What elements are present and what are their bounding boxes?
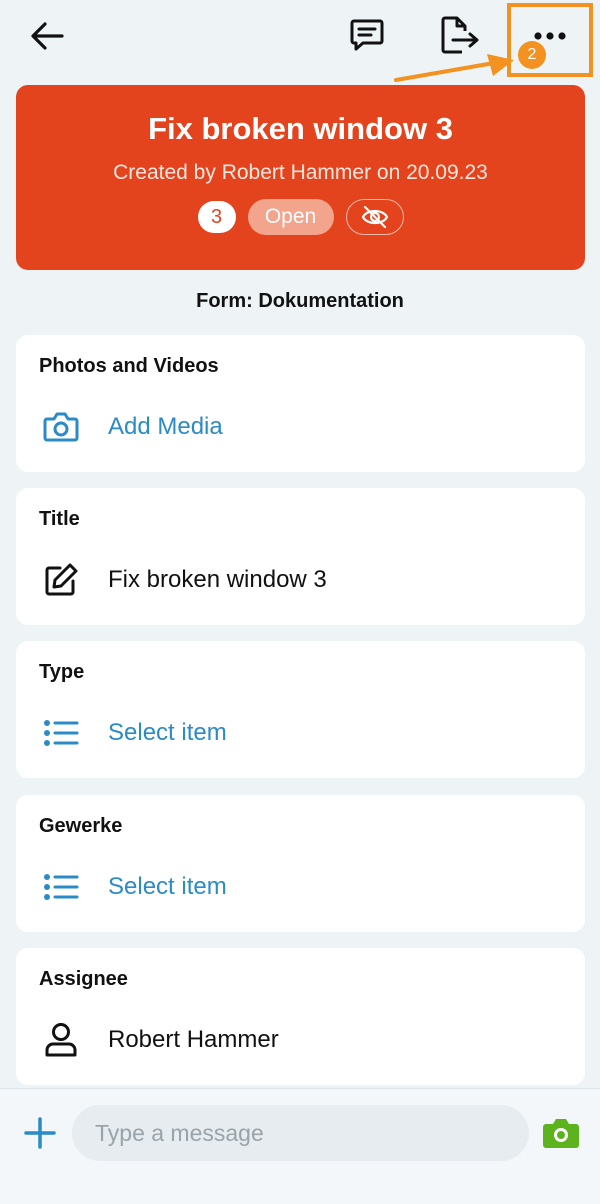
edit-icon	[45, 563, 78, 596]
step-number-badge: 2	[518, 41, 546, 69]
comments-button[interactable]	[342, 12, 392, 58]
eye-off-icon	[361, 205, 388, 229]
add-media-button[interactable]: Add Media	[40, 407, 223, 447]
top-toolbar: 2	[0, 0, 600, 82]
task-title: Fix broken window 3	[148, 111, 453, 146]
field-title: Title Fix broken window 3	[16, 488, 585, 625]
message-input[interactable]	[72, 1105, 529, 1161]
task-number-badge: 3	[197, 201, 236, 233]
message-composer	[0, 1088, 600, 1204]
back-button[interactable]	[22, 14, 72, 58]
plus-icon	[24, 1117, 56, 1149]
form-name-label: Form: Dokumentation	[196, 290, 404, 312]
assignee-select[interactable]: Robert Hammer	[40, 1020, 279, 1060]
gewerke-select[interactable]: Select item	[40, 867, 227, 907]
title-field[interactable]: Fix broken window 3	[40, 560, 327, 600]
arrow-left-icon	[31, 22, 64, 50]
list-icon	[44, 874, 79, 900]
field-label: Type	[39, 661, 85, 683]
field-type: Type Select item	[16, 641, 585, 778]
title-value: Fix broken window 3	[108, 566, 327, 593]
pointer-arrow-icon	[394, 54, 514, 82]
field-gewerke: Gewerke Select item	[16, 795, 585, 932]
camera-icon	[543, 1119, 579, 1148]
camera-button[interactable]	[542, 1116, 580, 1150]
add-media-label: Add Media	[108, 413, 223, 440]
field-label: Photos and Videos	[39, 355, 219, 377]
export-icon	[441, 16, 479, 54]
field-label: Title	[39, 508, 80, 530]
camera-icon	[43, 412, 79, 442]
visibility-toggle[interactable]	[345, 199, 404, 235]
export-button[interactable]	[434, 12, 486, 58]
task-created-info: Created by Robert Hammer on 20.09.23	[113, 161, 488, 184]
type-select[interactable]: Select item	[40, 713, 227, 753]
field-label: Gewerke	[39, 815, 123, 837]
task-header-card: Fix broken window 3 Created by Robert Ha…	[16, 85, 585, 270]
assignee-value: Robert Hammer	[108, 1026, 279, 1053]
task-badges: 3 Open	[16, 199, 585, 235]
type-value: Select item	[108, 719, 227, 746]
add-attachment-button[interactable]	[22, 1115, 58, 1151]
field-photos-videos: Photos and Videos Add Media	[16, 335, 585, 472]
gewerke-value: Select item	[108, 873, 227, 900]
field-assignee: Assignee Robert Hammer	[16, 948, 585, 1085]
more-horizontal-icon	[534, 32, 566, 40]
user-icon	[45, 1023, 77, 1057]
field-label: Assignee	[39, 968, 128, 990]
comment-icon	[350, 19, 384, 51]
status-badge[interactable]: Open	[247, 199, 334, 235]
list-icon	[44, 720, 79, 746]
